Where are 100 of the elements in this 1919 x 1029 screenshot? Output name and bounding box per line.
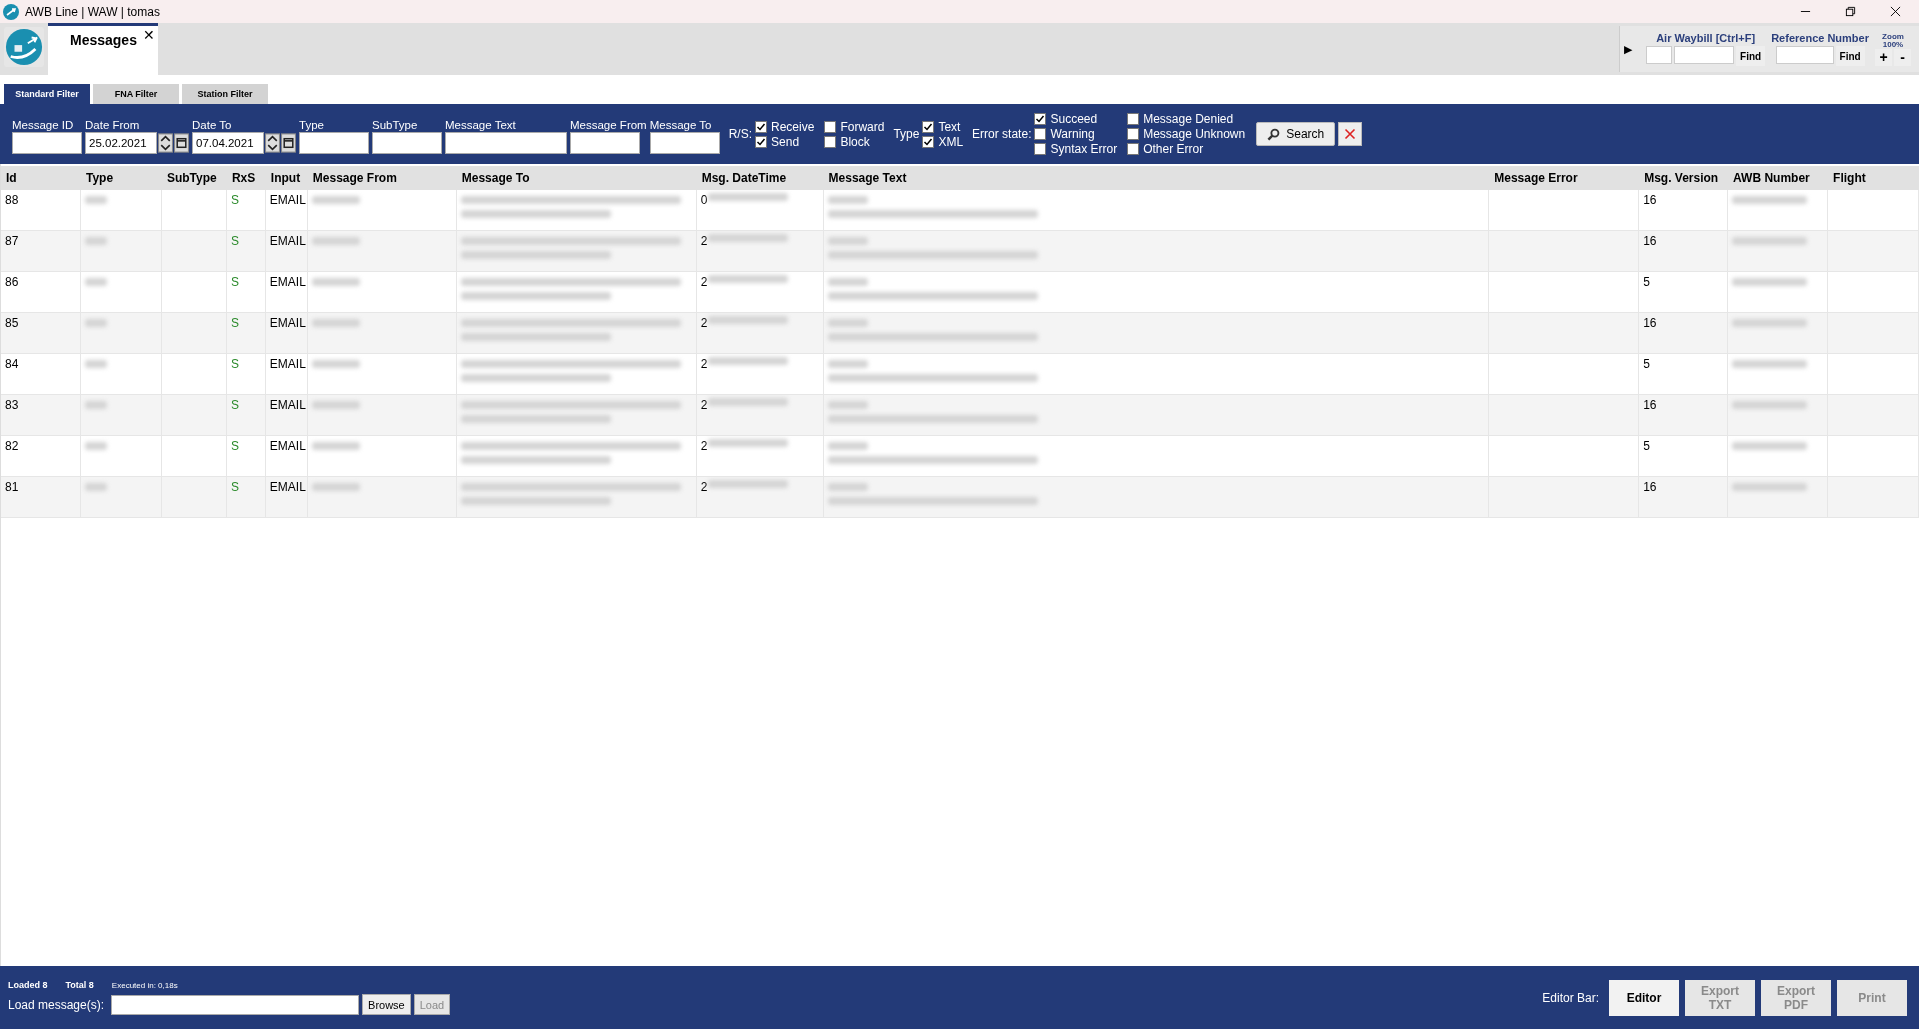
column-header[interactable]: Input — [265, 171, 308, 185]
checkbox[interactable] — [1127, 128, 1140, 140]
table-cell: S — [230, 439, 239, 453]
zoom-in-button[interactable]: + — [1875, 48, 1892, 66]
blurred-text — [84, 196, 107, 204]
blurred-text — [827, 237, 868, 245]
search-icon — [1267, 127, 1281, 141]
table-cell: 84 — [5, 357, 19, 371]
blurred-text — [311, 401, 360, 409]
blurred-text — [84, 483, 107, 491]
checkbox[interactable] — [824, 135, 837, 148]
blurred-text — [84, 278, 107, 286]
reference-number-label: Reference Number — [1771, 32, 1869, 44]
table-cell: 88 — [5, 193, 19, 207]
blurred-text — [311, 442, 360, 450]
table-cell: 87 — [5, 234, 19, 248]
column-header[interactable]: Message Error — [1489, 171, 1640, 185]
field-label: Message From — [570, 118, 647, 131]
checkbox[interactable] — [755, 120, 768, 133]
reference-number-field[interactable] — [1775, 46, 1834, 64]
find-button[interactable]: Find — [1736, 46, 1766, 66]
filter-field[interactable] — [570, 131, 640, 154]
filter-field[interactable] — [12, 131, 82, 154]
awb-number-field[interactable] — [1674, 46, 1735, 64]
table-cell: EMAIL — [269, 234, 306, 248]
checkbox[interactable] — [922, 120, 935, 133]
table-cell: S — [230, 193, 239, 207]
table-cell: 16 — [1643, 480, 1657, 494]
tab-close[interactable]: ✕ — [143, 27, 155, 43]
spinner-icon[interactable] — [158, 131, 173, 154]
blurred-text — [84, 442, 107, 450]
checkbox-label: Warning — [1050, 127, 1095, 141]
zoom-out-button[interactable]: - — [1894, 48, 1911, 66]
column-header[interactable]: SubType — [161, 171, 227, 185]
checkbox[interactable] — [1034, 143, 1047, 155]
spinner-icon[interactable] — [265, 131, 280, 154]
expand-arrow[interactable]: ▶ — [1624, 42, 1633, 56]
search-button[interactable]: Search — [1256, 122, 1336, 146]
filter-field[interactable] — [299, 131, 369, 154]
filter-field[interactable] — [372, 131, 442, 154]
column-header[interactable]: RxS — [226, 171, 266, 185]
air-waybill-label: Air Waybill [Ctrl+F] — [1656, 32, 1756, 44]
filter-tab[interactable]: Standard Filter — [4, 84, 90, 104]
blurred-text — [311, 360, 360, 368]
file-path-field[interactable] — [111, 994, 360, 1015]
field-label: Message To — [649, 118, 713, 131]
table-cell: 86 — [5, 275, 19, 289]
execution-time: Executed in: 0,18s — [111, 981, 178, 990]
table-cell: EMAIL — [269, 275, 306, 289]
table-cell: EMAIL — [269, 398, 306, 412]
awb-prefix-field[interactable] — [1646, 46, 1673, 64]
home-button[interactable] — [4, 27, 44, 67]
table-cell: 2 — [700, 439, 708, 453]
checkbox[interactable] — [1034, 128, 1047, 140]
table-cell: 0 — [700, 193, 708, 207]
load-messages-label: Load message(s): — [8, 997, 105, 1012]
checkbox[interactable] — [1034, 113, 1047, 125]
filter-field[interactable] — [649, 131, 720, 154]
filter-tab[interactable]: Station Filter — [182, 84, 268, 104]
column-header[interactable]: Msg. DateTime — [696, 171, 824, 185]
column-header[interactable]: AWB Number — [1728, 171, 1829, 185]
browse-button[interactable]: Browse — [362, 994, 411, 1015]
editor-bar-button[interactable]: Editor — [1609, 979, 1679, 1016]
checkbox[interactable] — [755, 135, 768, 148]
table-cell: 2 — [700, 398, 708, 412]
table-cell: 83 — [5, 398, 19, 412]
table-cell: 81 — [5, 480, 19, 494]
table-cell: EMAIL — [269, 357, 306, 371]
restore-icon[interactable] — [1845, 6, 1856, 17]
table-cell: 2 — [700, 316, 708, 330]
column-header[interactable]: Flight — [1828, 171, 1919, 185]
checkbox[interactable] — [1127, 113, 1140, 125]
checkbox[interactable] — [1127, 143, 1140, 155]
calendar-icon[interactable] — [174, 131, 189, 154]
document-tab[interactable]: Messages ✕ — [48, 23, 158, 75]
column-header[interactable]: Id — [1, 171, 81, 185]
checkbox-label: Send — [771, 134, 800, 149]
checkbox[interactable] — [824, 120, 837, 133]
table-cell: 16 — [1643, 234, 1657, 248]
find-button[interactable]: Find — [1835, 46, 1865, 66]
calendar-icon[interactable] — [281, 131, 296, 154]
column-header[interactable]: Message Text — [823, 171, 1490, 185]
clear-button[interactable] — [1338, 122, 1363, 146]
filter-tab[interactable]: FNA Filter — [93, 84, 179, 104]
checkbox-label: XML — [938, 134, 964, 149]
table-cell: EMAIL — [269, 316, 306, 330]
column-header[interactable]: Msg. Version — [1639, 171, 1729, 185]
table-cell: 5 — [1643, 439, 1650, 453]
column-header[interactable]: Message To — [456, 171, 697, 185]
zoom-value: 100% — [1882, 40, 1904, 49]
column-header[interactable]: Message From — [307, 171, 457, 185]
filter-field[interactable] — [445, 131, 567, 154]
date-field[interactable]: 07.04.2021 — [192, 131, 264, 154]
close-icon[interactable] — [1890, 6, 1901, 17]
checkbox[interactable] — [922, 135, 935, 148]
field-label: SubType — [372, 118, 419, 131]
loaded-count: Loaded 8 — [8, 980, 48, 990]
column-header[interactable]: Type — [80, 171, 162, 185]
table-cell: 16 — [1643, 193, 1657, 207]
date-field[interactable]: 25.02.2021 — [85, 131, 157, 154]
